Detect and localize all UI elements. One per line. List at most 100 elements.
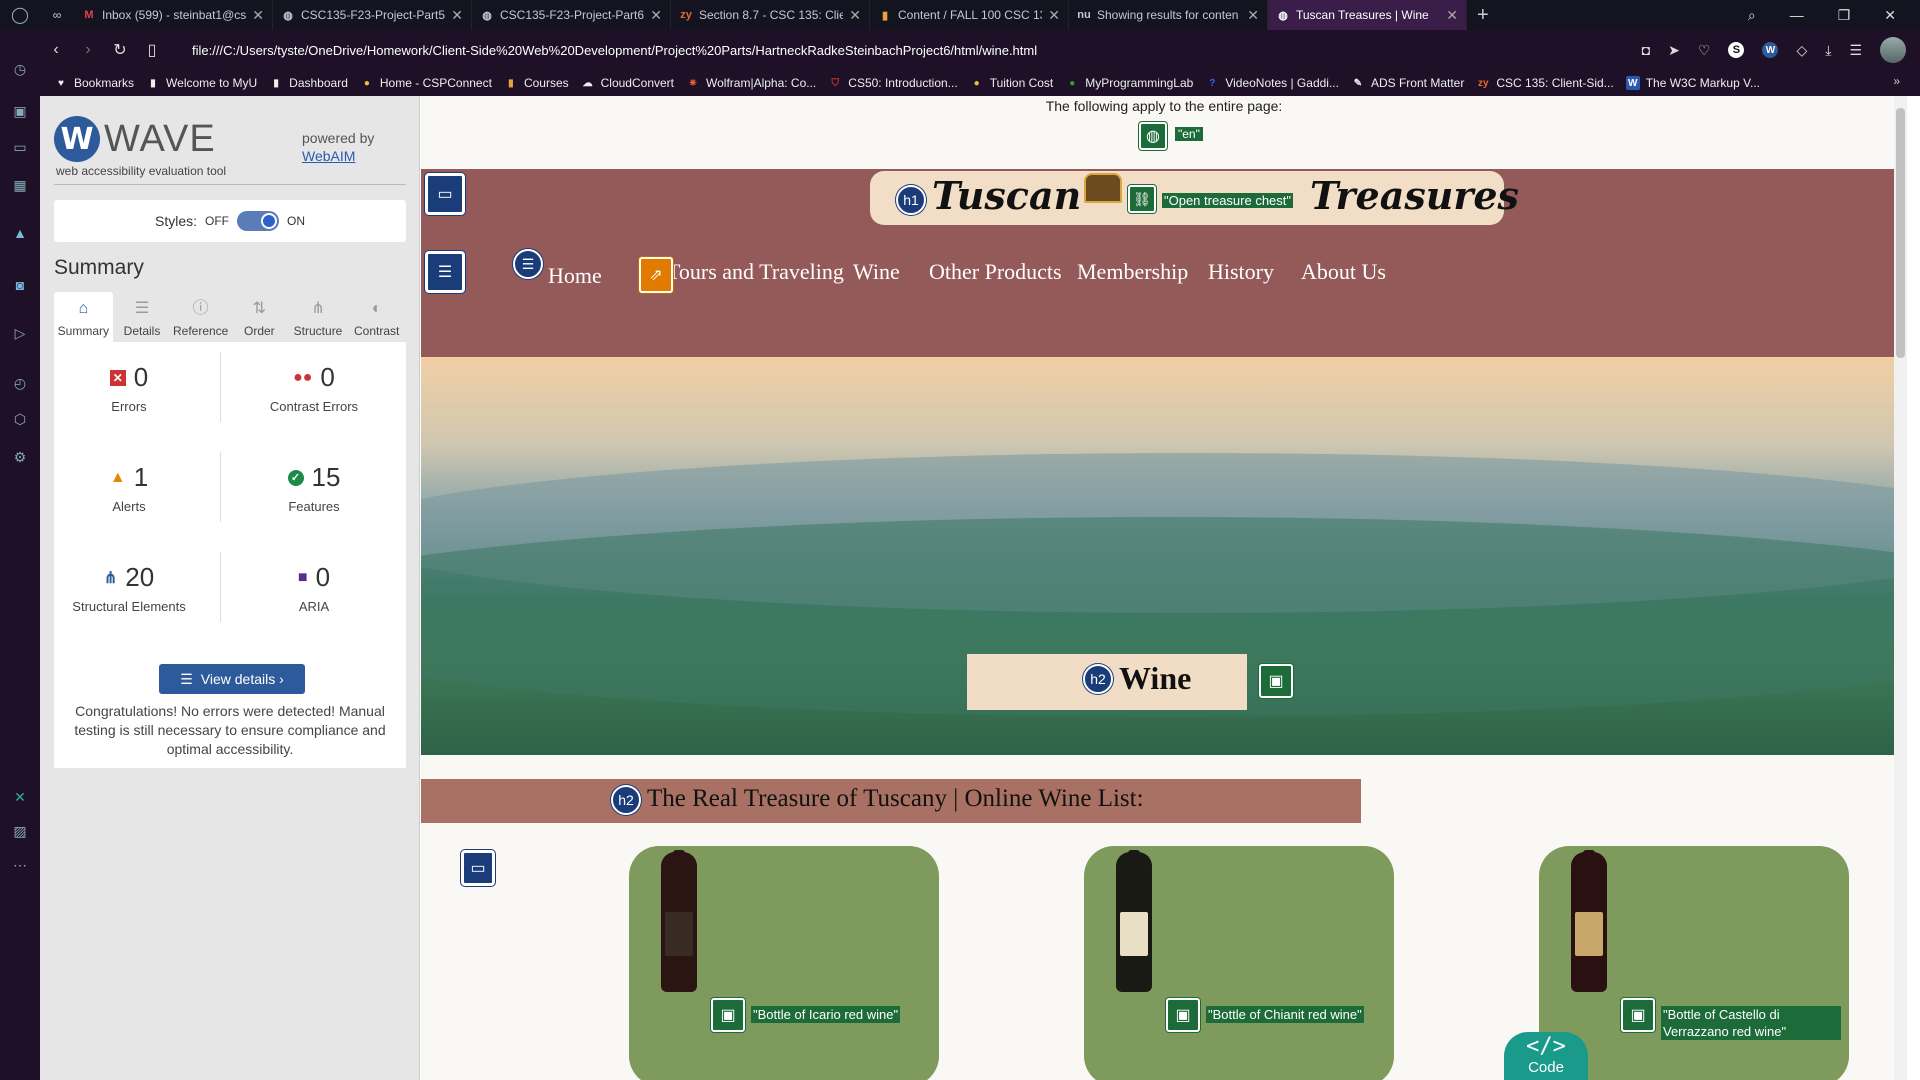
bookmark-courses[interactable]: ▮ Courses [504,76,568,90]
aria-cube-icon: ■ [297,568,308,586]
w3c-icon: W [1625,76,1640,90]
aria-icon[interactable]: ▲ [11,224,29,242]
back-icon[interactable]: ‹ [40,41,72,59]
bookmark-videonotes[interactable]: ? VideoNotes | Gaddi... [1205,76,1339,90]
language-globe-icon[interactable]: ◍ [1139,122,1167,150]
tab-island-icon[interactable]: ∞ [40,8,74,22]
speed-dial-icon[interactable]: ◷ [11,60,29,78]
heart-icon[interactable]: ♡ [1698,42,1711,59]
more-icon[interactable]: ⋯ [11,856,29,874]
redundant-link-alert-icon[interactable]: ⇗ [639,257,673,293]
new-tab-button[interactable]: + [1477,4,1489,27]
linked-image-icon[interactable]: ⛓ [1128,185,1156,213]
close-window-icon[interactable]: ✕ [1884,7,1896,24]
tab-tuscan-treasures[interactable]: ◍ Tuscan Treasures | Wine ✕ [1268,0,1467,30]
h1-badge-icon[interactable]: h1 [896,185,926,215]
image-icon[interactable]: ▣ [1621,998,1655,1032]
nav-tours[interactable]: Tours and Traveling [667,259,844,285]
bookmark-bookmarks[interactable]: ♥ Bookmarks [54,76,134,90]
h2-badge-icon[interactable]: h2 [1083,664,1113,694]
tab-content-fall[interactable]: ▮ Content / FALL 100 CSC 13 ✕ [870,0,1069,30]
code-button[interactable]: </> Code [1504,1032,1588,1080]
nav-home[interactable]: Home [548,263,602,289]
styles-toggle[interactable] [237,211,279,231]
history-icon[interactable]: ◴ [11,374,29,392]
header-region-icon[interactable]: ▭ [425,173,465,215]
nav-other-products[interactable]: Other Products [929,259,1062,285]
camera-icon[interactable]: ◘ [1642,42,1650,58]
close-icon[interactable]: ✕ [1048,7,1060,24]
messenger-icon[interactable]: ▭ [11,138,29,156]
tab-search-results[interactable]: nu Showing results for conten ✕ [1069,0,1268,30]
close-icon[interactable]: ✕ [1247,7,1259,24]
nav-history[interactable]: History [1208,259,1274,285]
bookmark-ads[interactable]: ✎ ADS Front Matter [1351,76,1465,90]
image-icon[interactable]: ▣ [1259,664,1293,698]
bookmark-cloudconvert[interactable]: ☁ CloudConvert [581,76,674,90]
search-tabs-icon[interactable]: ⌕ [1748,7,1756,24]
cube-icon[interactable]: ◇ [1796,42,1807,59]
chevron-right-icon[interactable]: » [1893,74,1900,88]
send-icon[interactable]: ➤ [1668,42,1680,59]
harvard-icon: ⛉ [831,77,840,89]
bookmark-csc135[interactable]: zy CSC 135: Client-Sid... [1476,76,1614,90]
reload-icon[interactable]: ↻ [104,40,136,60]
bookmark-myprogramminglab[interactable]: ● MyProgrammingLab [1065,76,1193,90]
download-icon[interactable]: ⤓ [1825,42,1831,59]
scrollbar-thumb[interactable] [1896,108,1905,358]
opera-menu-icon[interactable]: ◯ [0,0,40,30]
bookmark-tuition[interactable]: ● Tuition Cost [970,76,1054,90]
image-icon[interactable]: ▣ [711,998,745,1032]
bookmark-cspconnect[interactable]: ● Home - CSPConnect [360,76,492,90]
settings-icon[interactable]: ⚙ [11,448,29,466]
address-bar: ‹ › ↻ ▯ file:///C:/Users/tyste/OneDrive/… [40,30,1920,70]
avatar[interactable] [1880,37,1906,63]
discord-icon[interactable]: ◙ [11,276,29,294]
close-icon[interactable]: ✕ [650,7,662,24]
wine-card[interactable]: ▣ "Bottle of Icario red wine" [629,846,939,1080]
extensions-icon[interactable]: ⬡ [11,410,29,428]
close-icon[interactable]: ✕ [1446,7,1458,24]
tab-section-8-7[interactable]: zy Section 8.7 - CSC 135: Clier ✕ [671,0,870,30]
restore-icon[interactable]: ❐ [1838,7,1851,24]
view-details-button[interactable]: ☰ View details › [159,664,305,694]
close-icon[interactable]: ✕ [849,7,861,24]
close-icon[interactable]: ✕ [451,7,463,24]
bookmark-myu[interactable]: ▮ Welcome to MyU [146,76,257,90]
video-icon[interactable]: ▦ [11,176,29,194]
tab-details[interactable]: ☰ Details [113,292,172,342]
h2-badge-icon[interactable]: h2 [611,785,641,815]
image-icon[interactable]: ▣ [1166,998,1200,1032]
forward-icon[interactable]: › [72,41,104,59]
webaim-link[interactable]: WebAIM [302,148,355,164]
tab-structure[interactable]: ⋔ Structure [289,292,348,342]
bookmark-dashboard[interactable]: ▮ Dashboard [269,76,347,90]
tab-contrast[interactable]: ◐ Contrast [347,292,406,342]
section-region-icon[interactable]: ▭ [461,850,495,886]
player-icon[interactable]: ▷ [11,324,29,342]
tab-order[interactable]: ⇅ Order [230,292,289,342]
tab-project-part6[interactable]: ◍ CSC135-F23-Project-Part6 ✕ [472,0,671,30]
shopping-icon[interactable]: ▣ [11,102,29,120]
bookmark-wolfram[interactable]: ✷ Wolfram|Alpha: Co... [686,76,816,90]
tab-gmail[interactable]: M Inbox (599) - steinbat1@cs ✕ [74,0,273,30]
minimize-icon[interactable]: — [1790,7,1804,23]
url-field[interactable]: file:///C:/Users/tyste/OneDrive/Homework… [192,43,1642,58]
tab-summary[interactable]: ⌂ Summary [54,292,113,342]
close-icon[interactable]: ✕ [252,7,264,24]
language-note: The following apply to the entire page: [1045,98,1283,114]
bookmark-cs50[interactable]: ⛉ CS50: Introduction... [828,76,958,90]
tab-reference[interactable]: ⓘ Reference [171,292,230,342]
wine-card[interactable]: ▣ "Bottle of Chianit red wine" [1084,846,1394,1080]
nav-wine[interactable]: Wine [853,259,900,285]
extension-s-icon[interactable]: S [1728,42,1745,58]
bookmark-w3c[interactable]: W The W3C Markup V... [1625,76,1760,90]
tab-project-part5[interactable]: ◍ CSC135-F23-Project-Part5 ✕ [273,0,472,30]
pinned-app-icon[interactable]: ✕ [11,788,29,806]
wave-extension-icon[interactable]: W [1762,42,1779,58]
nav-membership[interactable]: Membership [1077,259,1188,285]
menu-icon[interactable]: ☰ [1849,42,1862,59]
image-icon[interactable]: ▨ [11,822,29,840]
nav-about-us[interactable]: About Us [1301,259,1386,285]
scrollbar[interactable] [1894,96,1907,1080]
